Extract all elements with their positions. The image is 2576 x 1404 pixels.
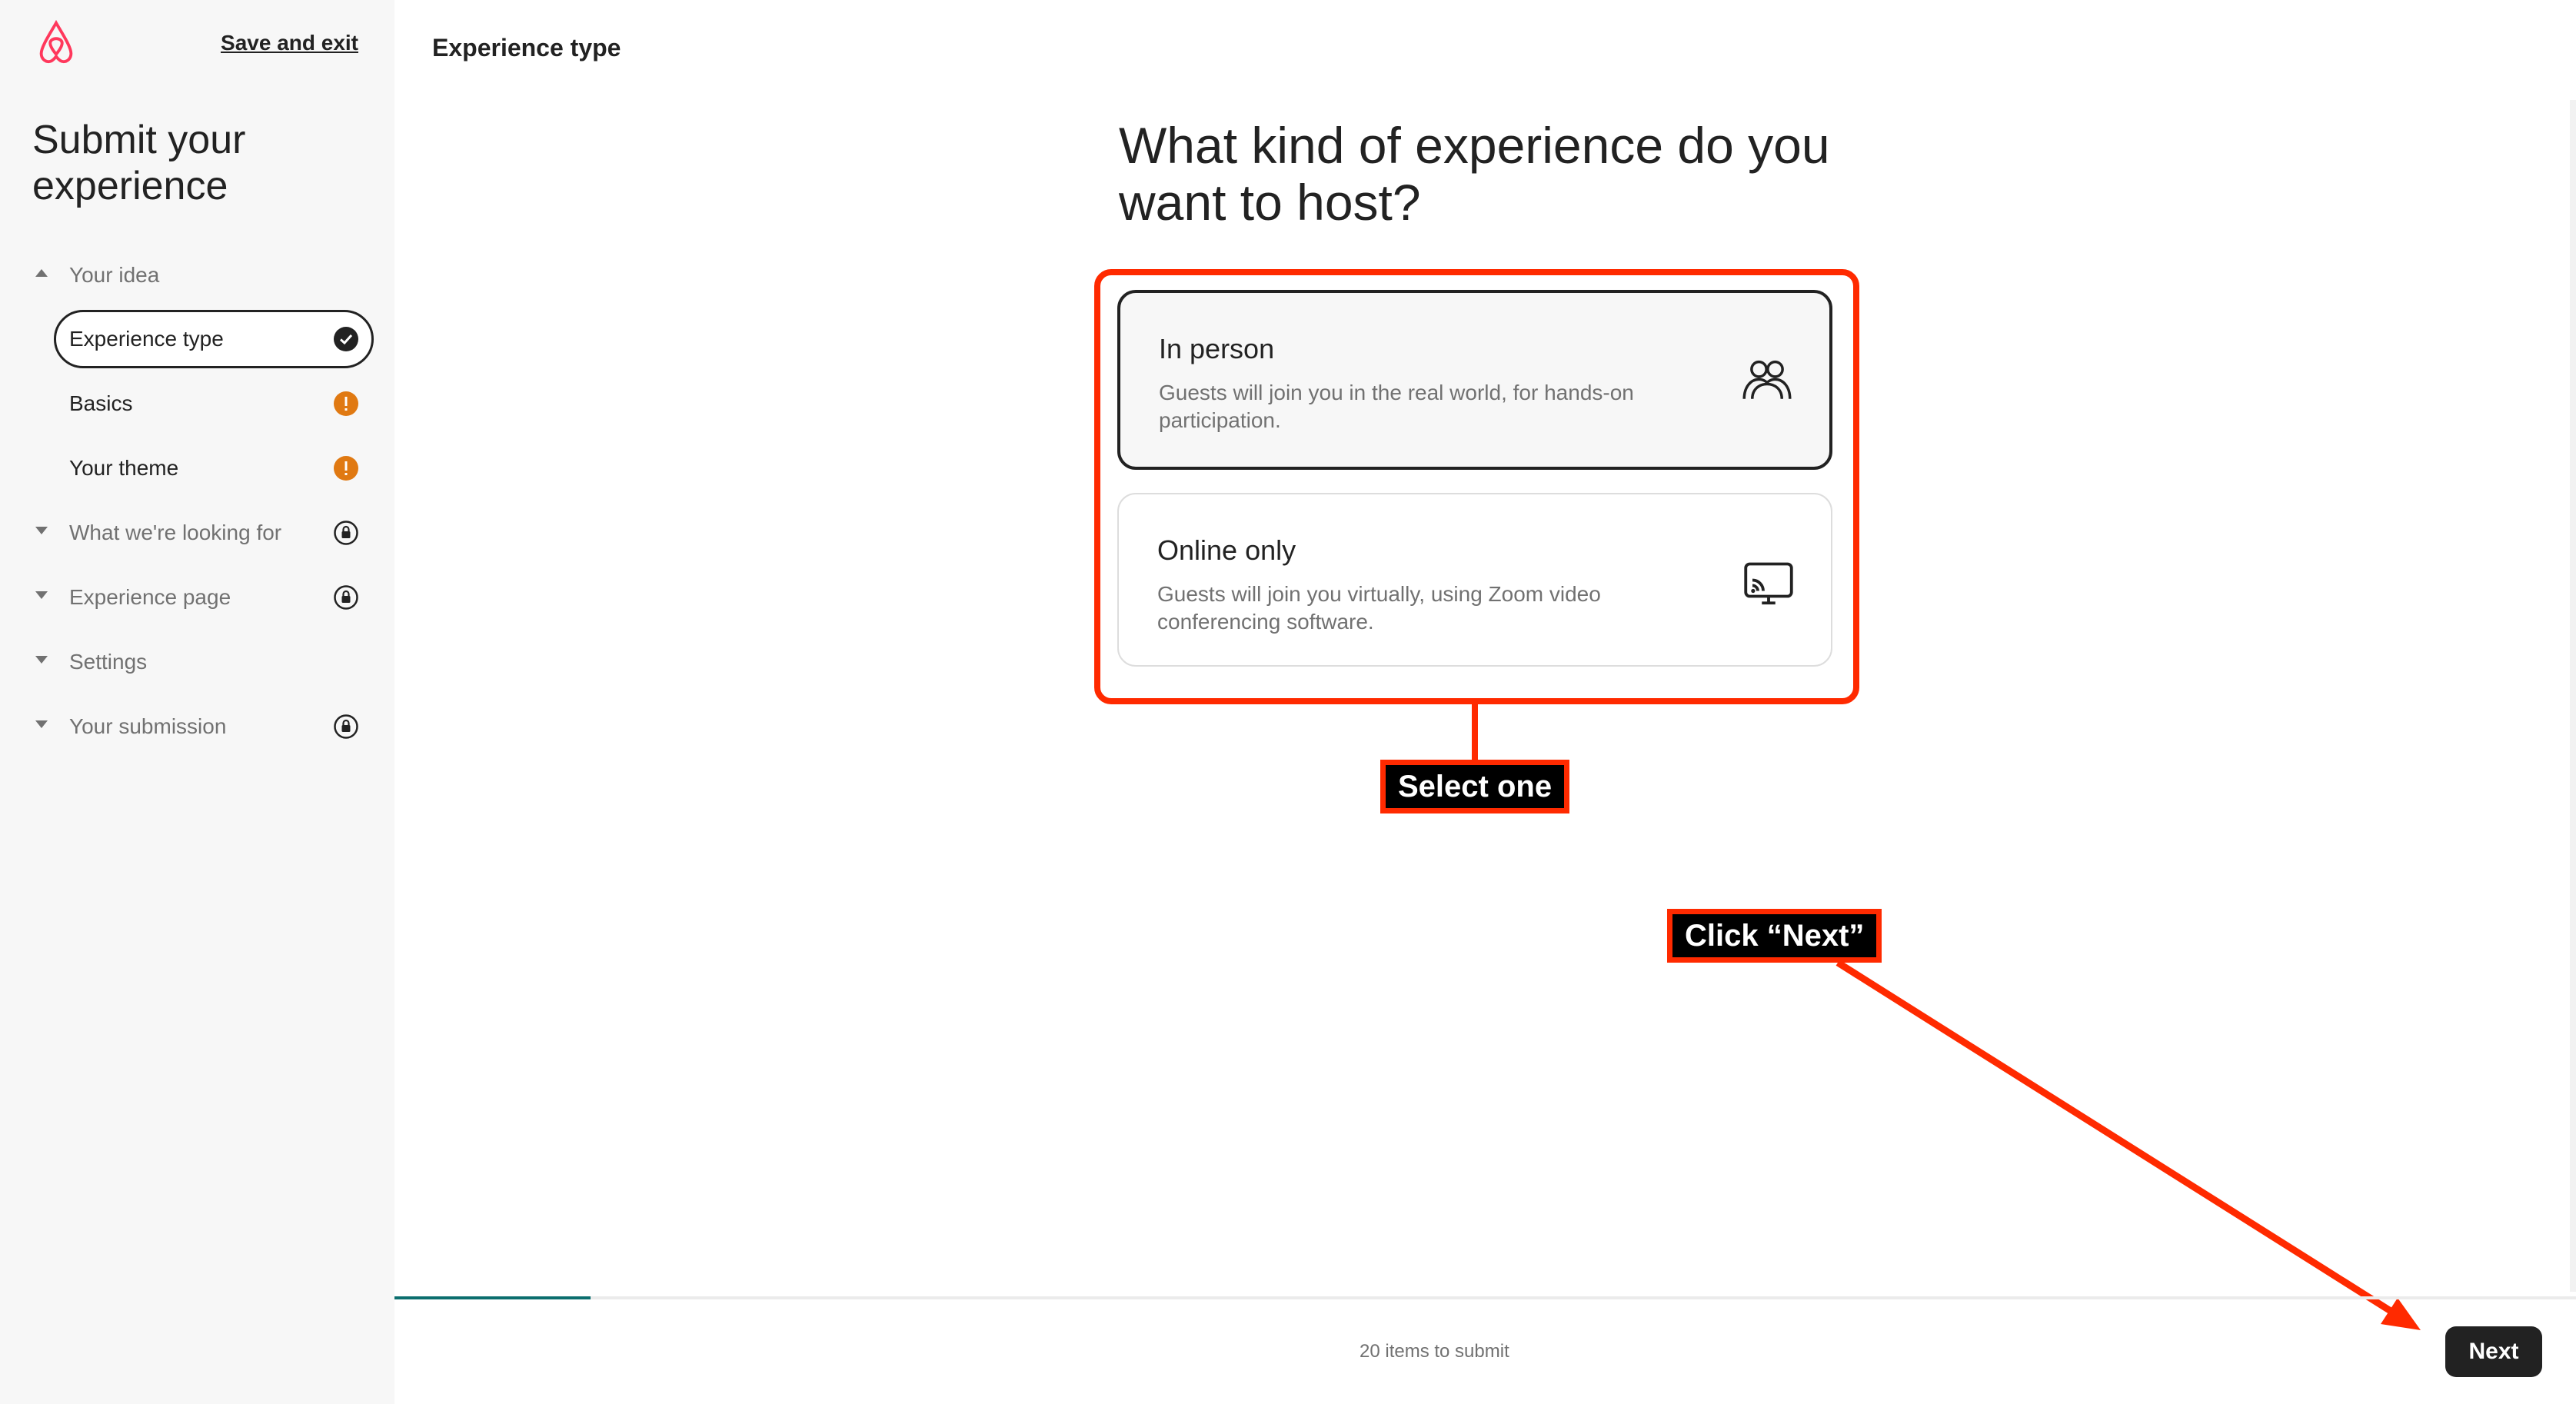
nav-label: What we're looking for: [69, 521, 282, 544]
checkmark-icon: [334, 327, 358, 351]
nav-section-what-were-looking-for[interactable]: What we're looking for: [0, 504, 394, 562]
progress-bar: [394, 1296, 591, 1299]
page-question: What kind of experience do you want to h…: [1119, 117, 1830, 231]
nav-label: Your submission: [69, 714, 227, 738]
items-to-submit-text: 20 items to submit: [1360, 1341, 1509, 1362]
chevron-down-icon: [35, 591, 48, 599]
annotation-click-next: Click “Next”: [1667, 909, 1882, 963]
option-description: Guests will join you in the real world, …: [1159, 381, 1634, 432]
nav-label: Your idea: [69, 263, 160, 287]
sidebar-title: Submit your experience: [32, 118, 246, 208]
option-description: Guests will join you virtually, using Zo…: [1157, 582, 1601, 634]
scrollbar[interactable]: [2570, 100, 2576, 1292]
nav-item-your-theme[interactable]: Your theme: [0, 439, 394, 497]
option-title: In person: [1159, 333, 1275, 364]
chevron-down-icon: [35, 656, 48, 664]
option-online-only[interactable]: Online only Guests will join you virtual…: [1117, 493, 1832, 667]
nav-item-basics[interactable]: Basics: [0, 374, 394, 433]
chevron-down-icon: [35, 720, 48, 728]
nav-section-your-submission[interactable]: Your submission: [0, 697, 394, 756]
nav-label: Settings: [69, 650, 148, 674]
annotation-select-one: Select one: [1380, 760, 1570, 813]
page-header: Experience type: [432, 34, 621, 62]
warning-icon: [334, 456, 358, 481]
lock-icon: [334, 521, 358, 545]
option-title: Online only: [1157, 534, 1296, 566]
people-icon: [1742, 360, 1792, 399]
warning-icon: [334, 391, 358, 416]
nav-label: Experience type: [69, 327, 224, 351]
nav-label: Experience page: [69, 585, 231, 609]
nav-section-your-idea[interactable]: Your idea: [0, 246, 394, 304]
cast-screen-icon: [1744, 562, 1793, 605]
airbnb-logo-icon[interactable]: [32, 18, 80, 66]
chevron-down-icon: [35, 527, 48, 534]
chevron-up-icon: [35, 269, 48, 277]
lock-icon: [334, 714, 358, 739]
nav-section-settings[interactable]: Settings: [0, 633, 394, 691]
save-and-exit-link[interactable]: Save and exit: [221, 31, 358, 55]
sidebar: Save and exit Submit your experience You…: [0, 0, 394, 1404]
nav-section-experience-page[interactable]: Experience page: [0, 568, 394, 627]
nav-label: Your theme: [69, 456, 179, 480]
next-button[interactable]: Next: [2445, 1326, 2542, 1377]
nav-item-experience-type[interactable]: Experience type: [0, 310, 394, 368]
lock-icon: [334, 585, 358, 610]
progress-track: [394, 1296, 2576, 1299]
annotation-connector: [1472, 704, 1478, 766]
option-in-person[interactable]: In person Guests will join you in the re…: [1117, 290, 1832, 470]
nav-label: Basics: [69, 391, 133, 415]
